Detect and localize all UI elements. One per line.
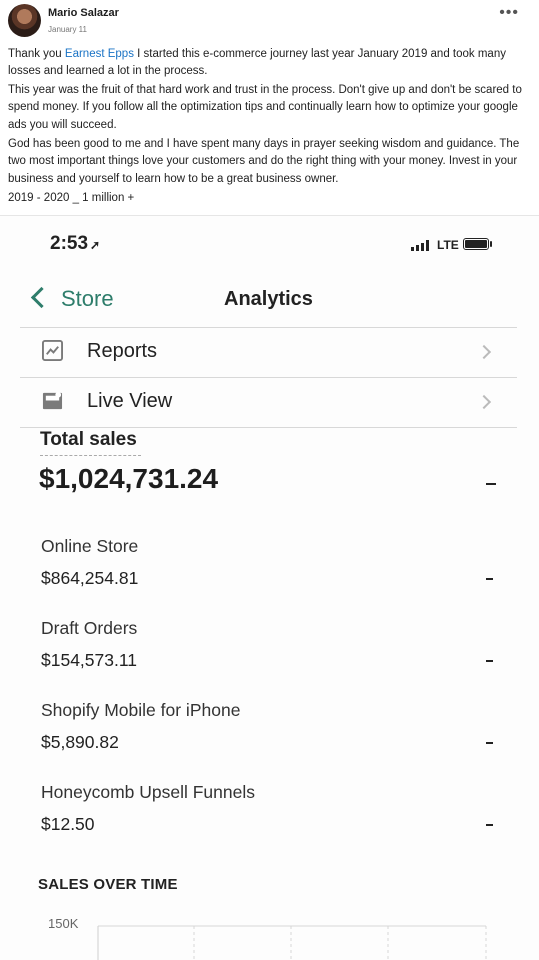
trend-indicator [486, 483, 496, 485]
post-paragraph-4: 2019 - 2020 _ 1 million + [8, 192, 135, 204]
post-paragraph-2: This year was the fruit of that hard wor… [8, 84, 522, 131]
signal-icon [411, 240, 431, 251]
menu-divider [20, 427, 517, 428]
trend-indicator [486, 578, 493, 580]
status-time: 2:53 ➚ [50, 233, 100, 255]
channel-name: Honeycomb Upsell Funnels [41, 782, 255, 802]
channel-name: Draft Orders [41, 618, 138, 638]
menu-item-label: Reports [87, 340, 158, 362]
author-name[interactable]: Mario Salazar [48, 7, 119, 19]
channel-value: $154,573.11 [41, 650, 138, 670]
channel-name: Shopify Mobile for iPhone [41, 700, 241, 720]
post: Mario Salazar January 11 ••• Thank you E… [0, 0, 539, 216]
chevron-right-icon [476, 344, 492, 360]
status-time-text: 2:53 [50, 233, 89, 254]
analytics-screenshot: 2:53 ➚ LTE Store Analytics Reports Live V… [0, 216, 539, 960]
post-paragraph-1: Thank you Earnest Epps I started this e-… [8, 46, 534, 81]
battery-icon [463, 238, 489, 250]
total-sales-underline [40, 455, 141, 456]
post-paragraph-3: God has been good to me and I have spent… [8, 138, 520, 185]
channel-value: $5,890.82 [41, 732, 119, 752]
channel-name: Online Store [41, 536, 139, 556]
chevron-right-icon [476, 394, 492, 410]
battery-cap [490, 241, 492, 247]
reports-icon [42, 340, 63, 361]
trend-indicator [486, 742, 493, 744]
total-sales-label[interactable]: Total sales [40, 429, 137, 451]
menu-item-live-view[interactable]: Live View [20, 378, 517, 427]
network-label: LTE [437, 238, 459, 252]
menu-item-reports[interactable]: Reports [20, 328, 517, 377]
live-view-icon [42, 391, 63, 410]
menu-item-label: Live View [87, 390, 173, 412]
back-label: Store [61, 286, 114, 311]
trend-indicator [486, 660, 493, 662]
avatar[interactable] [8, 4, 41, 37]
sales-chart-grid [97, 925, 487, 960]
trend-indicator [486, 824, 493, 826]
mention-link[interactable]: Earnest Epps [65, 48, 134, 60]
back-button[interactable]: Store [30, 286, 114, 312]
paragraph-1-prefix: Thank you [8, 48, 65, 60]
total-sales-value: $1,024,731.24 [39, 463, 219, 494]
channel-value: $12.50 [41, 814, 95, 834]
chevron-left-icon [30, 286, 53, 309]
post-time: January 11 [48, 25, 87, 34]
location-arrow-icon: ➚ [90, 238, 101, 252]
channel-value: $864,254.81 [41, 568, 139, 588]
sales-over-time-title: SALES OVER TIME [38, 876, 178, 893]
more-horizontal-icon[interactable]: ••• [499, 5, 519, 21]
screen-title: Analytics [224, 288, 313, 310]
